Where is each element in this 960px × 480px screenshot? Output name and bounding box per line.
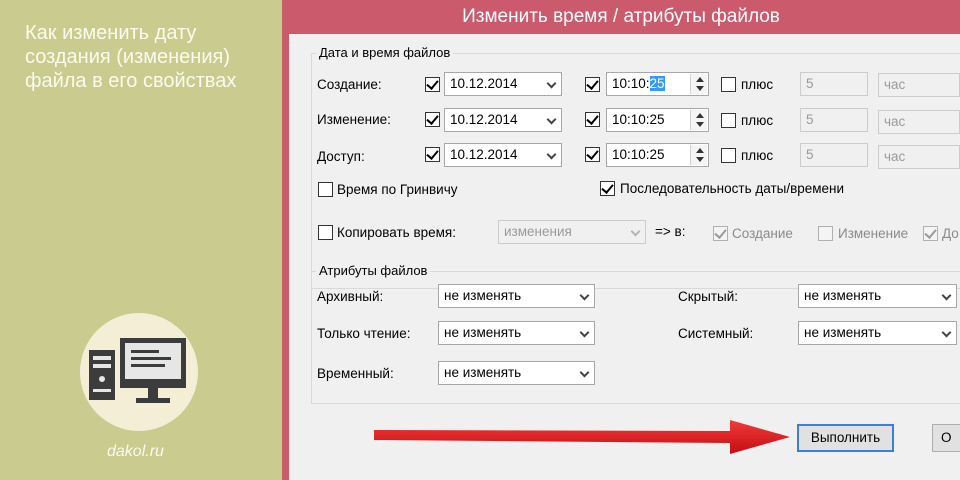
creation-plus-checkbox[interactable]: [721, 77, 736, 92]
computer-monitor-icon: [89, 338, 186, 403]
attr-hidden-select[interactable]: не изменять: [798, 284, 957, 308]
row-label-creation: Создание:: [317, 77, 382, 92]
promo-panel: Как изменить дату создания (изменения) ф…: [0, 0, 282, 480]
modified-time-checkbox[interactable]: [585, 112, 600, 127]
attributes-group-legend: Атрибуты файлов: [316, 263, 431, 278]
attr-label-temporary: Временный:: [317, 366, 394, 381]
spinner-icon[interactable]: [690, 110, 707, 130]
attr-temporary-select[interactable]: не изменять: [438, 361, 595, 385]
row-label-access: Доступ:: [317, 149, 365, 164]
copy-target-access-checkbox: [923, 226, 938, 241]
chevron-down-icon: [579, 327, 590, 338]
attr-label-archive: Архивный:: [317, 289, 384, 304]
spinner-icon[interactable]: [690, 74, 707, 94]
creation-amount-value: 5: [806, 76, 814, 91]
access-plus-checkbox[interactable]: [721, 148, 736, 163]
copy-target-access-label: До: [942, 226, 959, 241]
copy-target-modified-checkbox: [818, 226, 833, 241]
modified-date-picker[interactable]: 10.12.2014: [444, 108, 562, 132]
chevron-down-icon: [579, 367, 590, 378]
row-label-modified: Изменение:: [317, 112, 391, 127]
copy-time-checkbox[interactable]: [318, 225, 333, 240]
modified-time-input[interactable]: 10:10:25: [606, 108, 709, 132]
copy-target-creation-checkbox: [713, 226, 728, 241]
modified-date-checkbox[interactable]: [425, 112, 440, 127]
creation-time-checkbox[interactable]: [585, 77, 600, 92]
sequence-label: Последовательность даты/времени: [620, 181, 845, 196]
creation-time-prefix: 10:10:: [612, 76, 650, 91]
access-unit-value: час: [884, 149, 906, 164]
attr-label-readonly: Только чтение:: [317, 326, 411, 341]
creation-time-input[interactable]: 10:10:25: [606, 72, 709, 96]
article-title: Как изменить дату создания (изменения) ф…: [25, 22, 237, 92]
access-time-checkbox[interactable]: [585, 147, 600, 162]
attr-system-value: не изменять: [804, 325, 882, 340]
access-plus-label: плюс: [741, 148, 774, 163]
creation-unit-value: час: [884, 77, 906, 92]
red-arrow-icon: [374, 420, 790, 454]
attr-label-hidden: Скрытый:: [678, 289, 739, 304]
dates-group-legend: Дата и время файлов: [316, 45, 454, 60]
chevron-down-icon: [546, 114, 557, 125]
chevron-down-icon: [941, 327, 952, 338]
copy-arrow-label: => в:: [655, 224, 686, 239]
attr-system-select[interactable]: не изменять: [798, 321, 957, 345]
access-time-value: 10:10:25: [612, 147, 665, 162]
creation-date-value: 10.12.2014: [450, 76, 518, 91]
attr-archive-select[interactable]: не изменять: [438, 284, 595, 308]
attr-temporary-value: не изменять: [444, 365, 522, 380]
attr-readonly-select[interactable]: не изменять: [438, 321, 595, 345]
modified-plus-label: плюс: [741, 113, 774, 128]
access-time-input[interactable]: 10:10:25: [606, 143, 709, 167]
creation-date-picker[interactable]: 10.12.2014: [444, 72, 562, 96]
attr-archive-value: не изменять: [444, 288, 522, 303]
dialog-window: Изменить время / атрибуты файлов Дата и …: [282, 0, 960, 480]
modified-amount-value: 5: [806, 112, 814, 127]
access-unit-select: час: [878, 145, 960, 169]
sequence-checkbox[interactable]: [600, 181, 615, 196]
cancel-button[interactable]: О: [932, 424, 960, 452]
chevron-down-icon: [546, 149, 557, 160]
modified-time-value: 10:10:25: [612, 112, 665, 127]
copy-target-modified-label: Изменение: [838, 226, 909, 241]
gmt-label: Время по Гринвичу: [337, 182, 458, 197]
access-amount-value: 5: [806, 147, 814, 162]
site-name: dakol.ru: [107, 443, 164, 460]
creation-plus-label: плюс: [741, 77, 774, 92]
attr-readonly-value: не изменять: [444, 325, 522, 340]
window-title: Изменить время / атрибуты файлов: [462, 6, 780, 27]
chevron-down-icon: [630, 226, 641, 237]
gmt-checkbox[interactable]: [318, 182, 333, 197]
dialog-body: Дата и время файлов Создание: 10.12.2014…: [289, 34, 960, 480]
copy-source-value: изменения: [504, 224, 572, 239]
copy-source-select: изменения: [498, 220, 646, 244]
access-date-value: 10.12.2014: [450, 147, 518, 162]
copy-target-creation-label: Создание: [732, 226, 793, 241]
modified-date-value: 10.12.2014: [450, 112, 518, 127]
creation-date-checkbox[interactable]: [425, 77, 440, 92]
access-amount-field: 5: [800, 143, 868, 167]
access-date-picker[interactable]: 10.12.2014: [444, 143, 562, 167]
run-button[interactable]: Выполнить: [797, 424, 894, 452]
modified-amount-field: 5: [800, 108, 868, 132]
attr-hidden-value: не изменять: [804, 288, 882, 303]
creation-amount-field: 5: [800, 72, 868, 96]
chevron-down-icon: [941, 290, 952, 301]
logo-circle: [80, 313, 198, 431]
creation-time-selected: 25: [649, 76, 665, 91]
chevron-down-icon: [579, 290, 590, 301]
creation-unit-select: час: [878, 73, 960, 97]
access-date-checkbox[interactable]: [425, 147, 440, 162]
copy-time-label: Копировать время:: [337, 225, 456, 240]
attr-label-system: Системный:: [678, 326, 754, 341]
spinner-icon[interactable]: [690, 145, 707, 165]
modified-unit-value: час: [884, 114, 906, 129]
modified-unit-select: час: [878, 110, 960, 134]
modified-plus-checkbox[interactable]: [721, 113, 736, 128]
chevron-down-icon: [546, 78, 557, 89]
